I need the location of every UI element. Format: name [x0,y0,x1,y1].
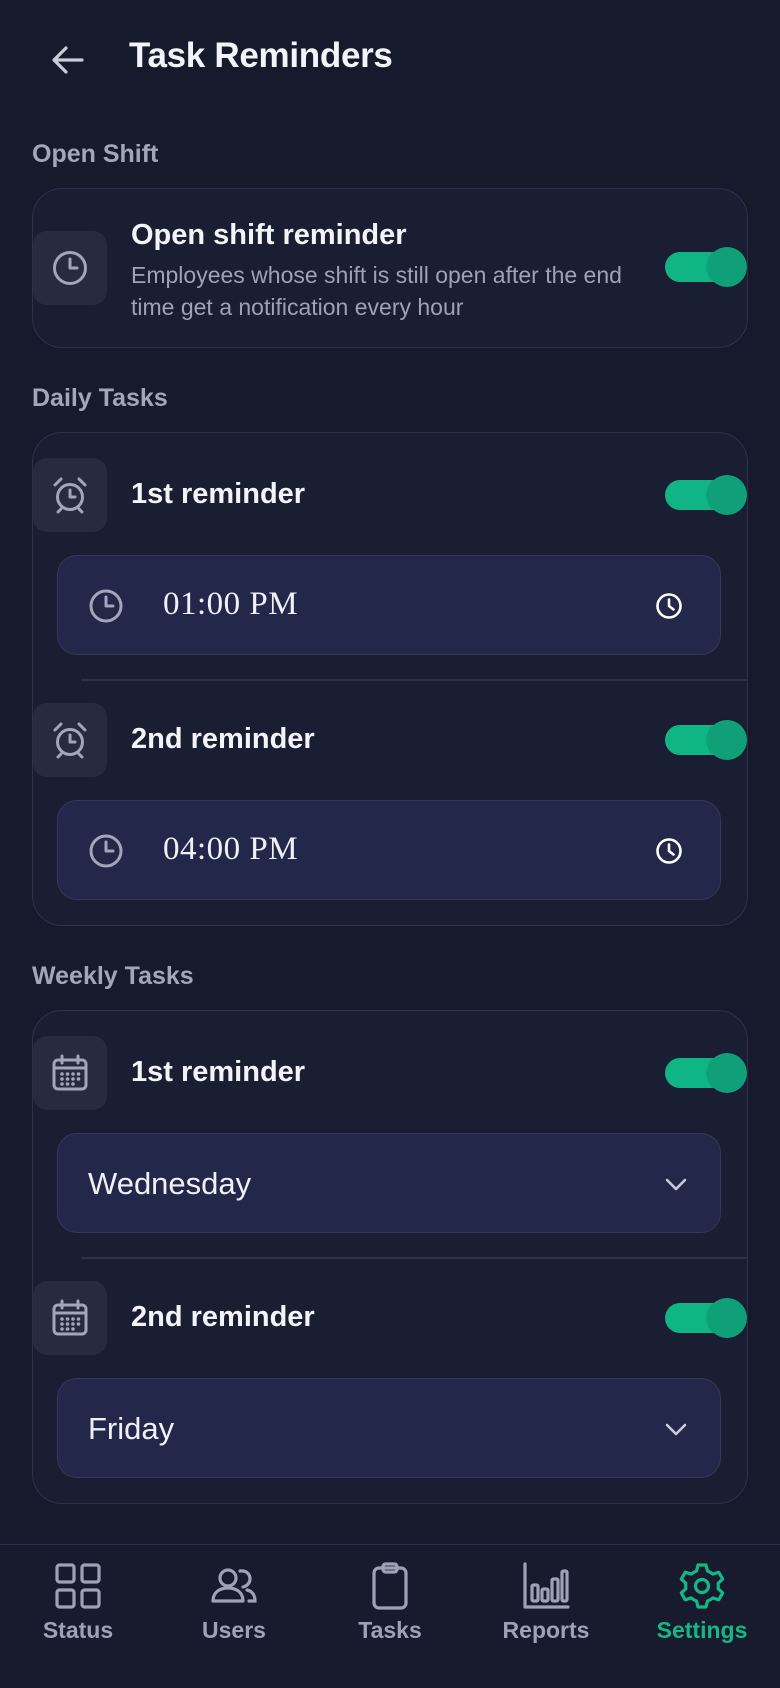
daily-2-time-input[interactable]: 04:00 PM [57,800,721,900]
calendar-icon [52,1299,88,1336]
daily-tasks-card: 1st reminder 01:00 PM 2nd reminder 04:00… [32,432,748,926]
clipboard-icon [372,1562,408,1610]
nav-label-settings: Settings [656,1617,748,1643]
calendar-icon [52,1054,88,1091]
bar-chart-icon [523,1562,570,1609]
daily-1-reminder-toggle[interactable] [665,475,747,515]
nav-item-users[interactable]: Users [156,1561,312,1661]
open-shift-card: Open shift reminder Employees whose shif… [32,188,748,348]
toggle-knob [707,247,747,287]
page-title: Task Reminders [129,36,393,75]
daily-1-time-input[interactable]: 01:00 PM [57,555,721,655]
weekly-2-icon-tile [33,1281,107,1355]
weekly-2-day-value: Friday [88,1411,175,1446]
nav-label-reports: Reports [502,1617,590,1643]
clock-icon [89,834,123,868]
alarm-clock-icon [53,477,87,514]
nav-item-tasks[interactable]: Tasks [312,1561,468,1661]
chevron-down-icon [665,1178,687,1191]
divider [81,679,747,681]
users-icon [211,1568,257,1603]
weekly-2-day-select[interactable]: Friday [57,1378,721,1478]
weekly-tasks-card: 1st reminder Wednesday 2nd reminder Frid… [32,1010,748,1504]
time-picker-icon[interactable] [654,836,684,866]
time-picker-icon[interactable] [654,591,684,621]
open-shift-reminder-toggle[interactable] [665,247,747,287]
open-shift-icon-tile [33,231,107,305]
nav-item-settings[interactable]: Settings [624,1561,780,1661]
weekly-1-reminder-title: 1st reminder [131,1056,306,1088]
clock-icon [53,251,87,285]
weekly-1-day-select[interactable]: Wednesday [57,1133,721,1233]
weekly-1-day-value: Wednesday [88,1166,252,1201]
section-label-daily-tasks: Daily Tasks [32,384,168,412]
weekly-1-icon-tile [33,1036,107,1110]
weekly-2-reminder-title: 2nd reminder [131,1301,315,1333]
nav-label-status: Status [42,1617,114,1643]
daily-1-icon-tile [33,458,107,532]
toggle-knob [707,1053,747,1093]
daily-1-time-value: 01:00 PM [163,586,299,622]
toggle-knob [707,1298,747,1338]
divider [81,1257,747,1259]
daily-2-reminder-toggle[interactable] [665,720,747,760]
daily-2-reminder-title: 2nd reminder [131,723,315,755]
weekly-2-reminder-toggle[interactable] [665,1298,747,1338]
weekly-1-reminder-toggle[interactable] [665,1053,747,1093]
open-shift-reminder-description: Employees whose shift is still open afte… [131,262,622,320]
section-label-open-shift: Open Shift [32,140,159,168]
open-shift-reminder-title: Open shift reminder [131,219,407,251]
nav-item-status[interactable]: Status [0,1561,156,1661]
nav-label-users: Users [202,1617,266,1643]
grid-icon [55,1563,101,1609]
daily-2-time-value: 04:00 PM [163,831,299,867]
daily-1-reminder-title: 1st reminder [131,478,306,510]
toggle-knob [707,720,747,760]
arrow-left-icon [52,46,84,74]
top-app-bar: Task Reminders [0,0,780,120]
daily-2-icon-tile [33,703,107,777]
clock-icon [89,589,123,623]
nav-label-tasks: Tasks [358,1617,422,1643]
back-button[interactable] [44,40,92,80]
alarm-clock-icon [53,722,87,759]
gear-icon [679,1563,725,1609]
section-label-weekly-tasks: Weekly Tasks [32,962,194,990]
bottom-nav: Status Users Tasks Reports Settings [0,1544,780,1688]
toggle-knob [707,475,747,515]
nav-item-reports[interactable]: Reports [468,1561,624,1661]
chevron-down-icon [665,1423,687,1436]
